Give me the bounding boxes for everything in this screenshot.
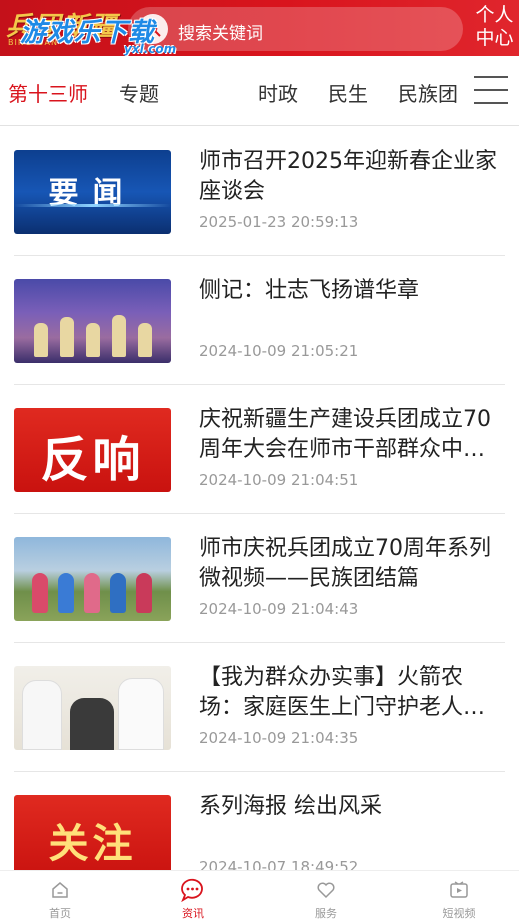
tab-special-topics[interactable]: 专题	[119, 78, 159, 107]
video-icon	[419, 877, 499, 903]
search-input[interactable]: 搜索关键词	[128, 7, 463, 51]
news-thumbnail: 要闻	[14, 150, 171, 234]
heart-icon	[286, 877, 366, 903]
tab-politics[interactable]: 时政	[258, 78, 298, 107]
news-title: 师市庆祝兵团成立70周年系列微视频——民族团结篇	[199, 536, 491, 591]
news-title: 系列海报 绘出风采	[199, 794, 382, 819]
home-icon	[20, 877, 100, 903]
nav-home[interactable]: 首页	[20, 877, 100, 921]
nav-services-label: 服务	[315, 907, 337, 920]
menu-icon[interactable]	[474, 76, 508, 104]
news-item[interactable]: 反响 庆祝新疆生产建设兵团成立70周年大会在师市干部群众中引发强烈反响 2024…	[0, 385, 519, 514]
tab-13th-division[interactable]: 第十三师	[8, 78, 88, 107]
tab-ethnic-unity[interactable]: 民族团	[398, 78, 460, 107]
search-placeholder: 搜索关键词	[178, 24, 263, 44]
news-thumbnail	[14, 666, 171, 750]
nav-short-video[interactable]: 短视频	[419, 877, 499, 921]
news-thumbnail	[14, 537, 171, 621]
news-item[interactable]: 要闻 师市召开2025年迎新春企业家座谈会 2025-01-23 20:59:1…	[0, 127, 519, 256]
news-title: 【我为群众办实事】火箭农场：家庭医生上门守护老人健康	[199, 665, 486, 720]
personal-center-button[interactable]: 个人 中心	[470, 4, 519, 50]
app-logo[interactable]: 兵团新疆 BINGTUAN	[0, 2, 125, 54]
news-item[interactable]: 师市庆祝兵团成立70周年系列微视频——民族团结篇 2024-10-09 21:0…	[0, 514, 519, 643]
news-thumbnail: 关注	[14, 795, 171, 879]
personal-center-line1: 个人	[475, 4, 514, 26]
news-time: 2024-10-09 21:04:43	[199, 600, 359, 618]
bottom-nav: 首页 资讯 服务 短视频	[0, 870, 519, 923]
nav-services[interactable]: 服务	[286, 877, 366, 921]
news-title: 侧记：壮志飞扬谱华章	[199, 278, 420, 303]
news-time: 2024-10-09 21:05:21	[199, 342, 359, 360]
personal-center-line2: 中心	[475, 27, 514, 49]
thumbnail-text: 关注	[48, 820, 137, 867]
news-time: 2025-01-23 20:59:13	[199, 213, 359, 231]
chat-icon	[153, 877, 233, 903]
news-time: 2024-10-09 21:04:51	[199, 471, 359, 489]
logo-subtext: BINGTUAN	[8, 38, 58, 47]
news-title: 庆祝新疆生产建设兵团成立70周年大会在师市干部群众中引发强烈反响	[199, 407, 491, 462]
thumbnail-text: 反响	[40, 432, 145, 488]
search-icon[interactable]	[138, 14, 168, 44]
nav-short-video-label: 短视频	[442, 907, 476, 920]
category-tabs: 第十三师 专题 时政 民生 民族团	[0, 56, 519, 126]
nav-news-label: 资讯	[182, 907, 204, 920]
news-title: 师市召开2025年迎新春企业家座谈会	[199, 149, 497, 204]
news-item[interactable]: 【我为群众办实事】火箭农场：家庭医生上门守护老人健康 2024-10-09 21…	[0, 643, 519, 772]
nav-news[interactable]: 资讯	[153, 877, 233, 921]
news-item[interactable]: 侧记：壮志飞扬谱华章 2024-10-09 21:05:21	[0, 256, 519, 385]
tab-livelihood[interactable]: 民生	[328, 78, 368, 107]
news-time: 2024-10-09 21:04:35	[199, 729, 359, 747]
news-thumbnail: 反响	[14, 408, 171, 492]
news-thumbnail	[14, 279, 171, 363]
top-header: 兵团新疆 BINGTUAN 搜索关键词 个人 中心 游戏乐下载 yxl.com	[0, 0, 519, 56]
nav-home-label: 首页	[49, 907, 71, 920]
